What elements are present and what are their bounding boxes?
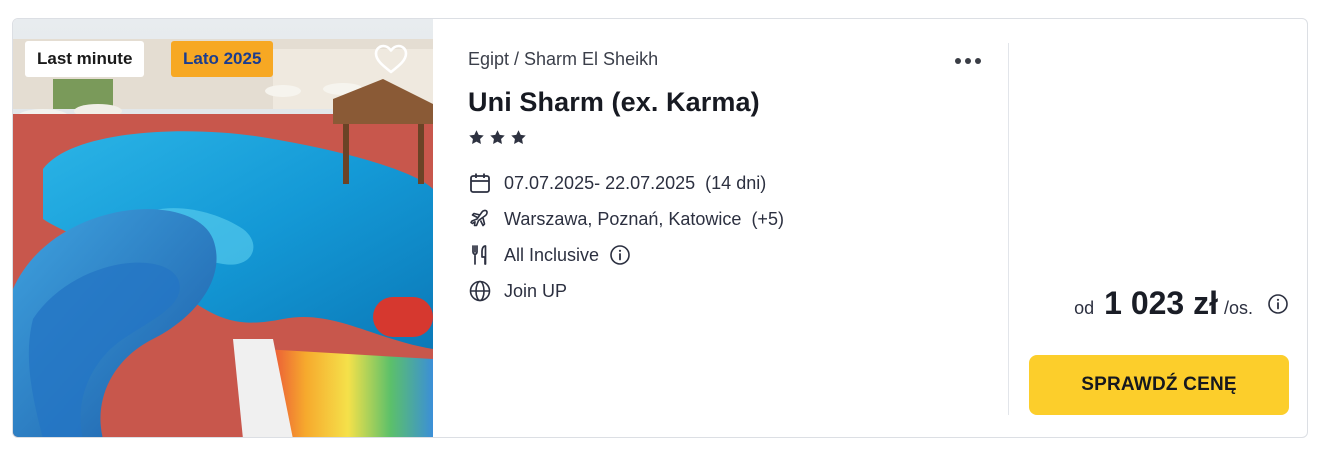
price-unit: /os.: [1223, 298, 1253, 318]
last-minute-badge: Last minute: [25, 41, 145, 77]
divider: [1008, 43, 1009, 415]
dates-text: 07.07.2025- 22.07.2025: [504, 172, 696, 193]
airports-more-link[interactable]: (+5): [751, 209, 784, 230]
operator-row: Join UP: [468, 279, 567, 303]
plane-icon: [468, 207, 492, 231]
pool-image: [13, 19, 433, 437]
info-icon: [610, 245, 630, 265]
info-icon: [1268, 293, 1288, 314]
favorite-button[interactable]: [371, 39, 411, 79]
calendar-icon: [468, 171, 492, 195]
offer-info: Egipt / Sharm El Sheikh Uni Sharm (ex. K…: [468, 19, 988, 437]
airports-text: Warszawa, Poznań, Katowice: [504, 208, 742, 229]
season-badge: Lato 2025: [171, 41, 274, 77]
heart-icon: [374, 44, 408, 74]
hotel-photo[interactable]: Last minute Lato 2025: [13, 19, 433, 437]
more-dots-icon: [955, 58, 961, 64]
price-area: od 1 023 zł /os. SPRAWDŹ CENĘ: [1029, 19, 1289, 437]
check-price-button[interactable]: SPRAWDŹ CENĘ: [1029, 355, 1289, 415]
price-line: od 1 023 zł /os.: [1074, 285, 1289, 322]
price-prefix: od: [1074, 298, 1095, 318]
globe-icon: [468, 279, 492, 303]
board-info-button[interactable]: [609, 244, 631, 266]
price-value: 1 023 zł: [1104, 285, 1218, 321]
airports-row: Warszawa, Poznań, Katowice (+5): [468, 207, 784, 231]
star-icon: [469, 130, 484, 144]
board-text: All Inclusive: [504, 244, 600, 265]
dates-row: 07.07.2025- 22.07.2025 (14 dni): [468, 171, 766, 195]
location-breadcrumb[interactable]: Egipt / Sharm El Sheikh: [468, 49, 658, 70]
more-options-button[interactable]: [950, 49, 986, 73]
hotel-rating-stars: [468, 129, 527, 146]
hotel-name[interactable]: Uni Sharm (ex. Karma): [468, 87, 760, 118]
price-info-button[interactable]: [1267, 293, 1289, 315]
board-row: All Inclusive: [468, 243, 631, 267]
star-icon: [490, 130, 505, 144]
operator-text: Join UP: [504, 280, 568, 301]
cutlery-icon: [468, 243, 492, 267]
duration-text: (14 dni): [705, 172, 767, 193]
star-icon: [511, 130, 526, 144]
offer-card[interactable]: Last minute Lato 2025 Egipt / Sharm El S…: [12, 18, 1308, 438]
